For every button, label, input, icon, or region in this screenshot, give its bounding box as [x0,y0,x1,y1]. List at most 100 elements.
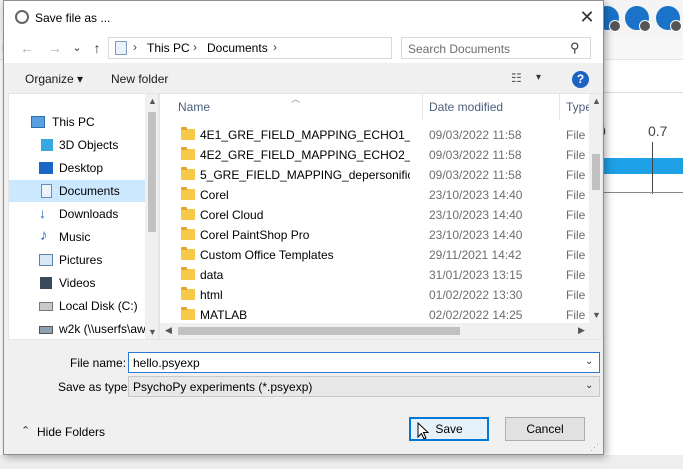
user-remove-icon[interactable] [625,6,651,32]
download-icon: ↓ [39,205,46,221]
recent-locations-chevron-icon[interactable]: ⌄ [68,39,86,57]
file-name: Custom Office Templates [200,248,334,262]
sidebar-item-videos[interactable]: Videos [9,272,145,294]
search-icon[interactable]: ⚲ [570,40,580,56]
scroll-right-arrow-icon[interactable]: ▶ [578,325,585,336]
file-date: 23/10/2023 14:40 [429,208,523,222]
file-list-vertical-scrollbar[interactable]: ▲ ▼ [589,94,602,323]
save-as-type-select[interactable]: PsychoPy experiments (*.psyexp) ⌄ [128,376,600,397]
cancel-button[interactable]: Cancel [505,417,585,441]
file-row[interactable]: data 31/01/2023 13:15 File f [160,265,592,285]
sidebar-item-network-drive[interactable]: w2k (\\userfs\aw [9,318,146,339]
sidebar-item-desktop[interactable]: Desktop [9,157,145,179]
up-arrow-icon[interactable]: ↑ [88,39,106,57]
timeline-axis [600,192,683,193]
file-list: ︿ Name Date modified Type 4E1_GRE_FIELD_… [159,93,603,340]
scroll-down-arrow-icon[interactable]: ▼ [592,310,601,320]
sidebar-item-label: Pictures [59,253,103,267]
column-divider[interactable] [559,94,560,120]
file-name: Corel PaintShop Pro [200,228,310,242]
address-bar[interactable]: › This PC › Documents › ⌄ ↻ [108,37,487,59]
scroll-up-arrow-icon[interactable]: ▲ [148,96,157,106]
navigation-pane-scrollbar[interactable]: ▲ ▼ [145,94,158,339]
file-name: data [200,268,224,282]
user-info-icon[interactable] [656,6,682,32]
psychopy-app-icon [15,10,29,24]
file-name: Corel Cloud [200,208,264,222]
view-dropdown-chevron-icon[interactable]: ▾ [536,72,541,83]
sidebar-item-downloads[interactable]: ↓ Downloads [9,203,145,225]
sidebar-item-this-pc[interactable]: This PC [9,111,145,133]
file-name: 5_GRE_FIELD_MAPPING_depersonification [200,168,410,182]
new-folder-button[interactable]: New folder [111,72,168,86]
folder-icon [181,167,195,180]
command-bar: Organize ▾ New folder ☷ ▾ ? [4,63,603,93]
hide-folders-button[interactable]: Hide Folders [37,425,105,439]
navigation-bar: ← → ⌄ ↑ › This PC › Documents › ⌄ ↻ Sear… [4,33,603,63]
scroll-up-arrow-icon[interactable]: ▲ [592,96,601,106]
column-divider[interactable] [422,94,423,120]
dialog-titlebar[interactable]: Save file as ... ✕ [4,1,603,33]
help-icon[interactable]: ? [572,71,589,88]
folder-icon [181,247,195,260]
sidebar-item-local-disk[interactable]: Local Disk (C:) [9,295,145,317]
sidebar-item-label: w2k (\\userfs\aw [59,322,146,336]
breadcrumb-separator-icon[interactable]: › [273,40,277,54]
scroll-left-arrow-icon[interactable]: ◀ [165,325,172,336]
organize-menu-button[interactable]: Organize ▾ [25,72,83,86]
scrollbar-thumb[interactable] [178,327,460,335]
column-header-date-modified[interactable]: Date modified [429,100,503,114]
file-name-label: File name: [70,356,127,370]
hide-folders-chevron-icon[interactable]: ⌃ [21,424,30,437]
file-row[interactable]: 5_GRE_FIELD_MAPPING_depersonification 09… [160,165,592,185]
navigation-pane: This PC 3D Objects Desktop Documents ↓ D… [8,93,159,340]
folder-icon [181,307,195,320]
breadcrumb-separator-icon: › [133,40,137,54]
sidebar-item-label: Local Disk (C:) [59,299,138,313]
view-options-icon[interactable]: ☷ [511,71,522,85]
file-row[interactable]: 4E1_GRE_FIELD_MAPPING_ECHO1_deper... 09/… [160,125,592,145]
sidebar-item-label: 3D Objects [59,138,119,152]
breadcrumb-documents[interactable]: Documents [207,41,268,55]
file-row[interactable]: Corel PaintShop Pro 23/10/2023 14:40 Fil… [160,225,592,245]
music-icon: ♪ [40,227,48,244]
file-row[interactable]: MATLAB 02/02/2022 14:25 File f [160,305,592,325]
sidebar-item-label: Documents [59,184,120,198]
sidebar-item-3d-objects[interactable]: 3D Objects [9,134,145,156]
file-row[interactable]: Corel Cloud 23/10/2023 14:40 File f [160,205,592,225]
save-as-type-chevron-icon[interactable]: ⌄ [585,380,593,391]
breadcrumb-separator-icon[interactable]: › [193,40,197,54]
sidebar-item-music[interactable]: ♪ Music [9,226,145,248]
scrollbar-thumb[interactable] [592,154,600,190]
file-row[interactable]: 4E2_GRE_FIELD_MAPPING_ECHO2_deper... 09/… [160,145,592,165]
file-name-field[interactable]: hello.psyexp ⌄ [128,352,600,373]
back-arrow-icon[interactable]: ← [18,39,36,57]
sidebar-item-documents[interactable]: Documents [9,180,145,202]
folder-icon [181,227,195,240]
file-list-horizontal-scrollbar[interactable]: ◀ ▶ [160,323,602,339]
file-date: 23/10/2023 14:40 [429,188,523,202]
scroll-down-arrow-icon[interactable]: ▼ [148,327,157,337]
scrollbar-thumb[interactable] [148,112,156,232]
computer-icon [31,116,45,128]
file-name: MATLAB [200,308,248,322]
file-row[interactable]: Custom Office Templates 29/11/2021 14:42… [160,245,592,265]
file-name-value: hello.psyexp [133,356,200,370]
videos-icon [40,277,52,289]
close-button[interactable]: ✕ [572,4,602,30]
file-row[interactable]: html 01/02/2022 13:30 File f [160,285,592,305]
timeline-panel [600,92,683,452]
folder-icon [181,287,195,300]
breadcrumb-this-pc[interactable]: This PC [147,41,190,55]
column-header-name[interactable]: Name [178,100,210,114]
file-row[interactable]: Corel 23/10/2023 14:40 File f [160,185,592,205]
sidebar-item-pictures[interactable]: Pictures [9,249,145,271]
timeline-bar[interactable] [600,158,683,174]
cube-icon [41,139,53,151]
forward-arrow-icon[interactable]: → [46,39,64,57]
file-date: 29/11/2021 14:42 [429,248,522,262]
file-name-dropdown-chevron-icon[interactable]: ⌄ [585,356,593,367]
resize-grip-icon[interactable]: ⋰ [590,442,599,453]
file-date: 09/03/2022 11:58 [429,168,522,182]
search-input[interactable]: Search Documents ⚲ [401,37,591,59]
